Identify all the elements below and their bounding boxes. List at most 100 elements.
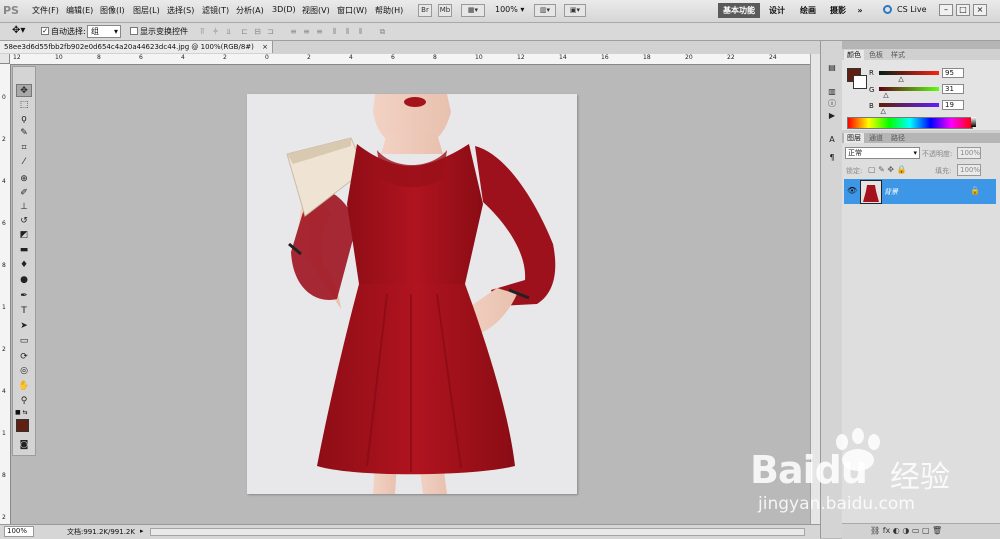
g-slider-thumb[interactable]: △ bbox=[883, 91, 888, 99]
minibridge-icon[interactable]: Mb bbox=[438, 4, 452, 17]
opacity-field[interactable]: 100% bbox=[957, 147, 981, 159]
zoom-tool-icon[interactable]: ⚲ bbox=[16, 395, 32, 408]
layers-footer-icons[interactable]: ⛓ fx ◐ ◑ ▭ ▢ 🗑 bbox=[870, 526, 942, 535]
bridge-icon[interactable]: Br bbox=[418, 4, 432, 17]
align-right-icon[interactable]: ⊐ bbox=[266, 27, 275, 36]
menu-help[interactable]: 帮助(H) bbox=[375, 5, 403, 16]
eraser-tool-icon[interactable]: ◩ bbox=[16, 229, 32, 242]
pen-tool-icon[interactable]: ✒ bbox=[16, 290, 32, 303]
arrange-docs-icon[interactable]: ▥▾ bbox=[534, 4, 556, 17]
document-close-icon[interactable]: × bbox=[262, 43, 268, 51]
minimize-button[interactable]: – bbox=[939, 4, 953, 16]
color-ramp[interactable] bbox=[847, 117, 973, 129]
marquee-tool-icon[interactable]: ⬚ bbox=[16, 99, 32, 112]
status-menu-icon[interactable]: ▸ bbox=[140, 527, 144, 535]
bg-swatch[interactable] bbox=[853, 75, 867, 89]
maximize-button[interactable]: □ bbox=[956, 4, 970, 16]
distribute-top-icon[interactable]: ≡ bbox=[289, 27, 298, 36]
bw-ramp[interactable] bbox=[971, 117, 976, 127]
menu-layer[interactable]: 图层(L) bbox=[133, 5, 160, 16]
navigator-panel-icon[interactable]: ▤ bbox=[825, 61, 839, 74]
screen-mode-icon[interactable]: ▣▾ bbox=[564, 4, 586, 17]
workspace-photography[interactable]: 摄影 bbox=[826, 3, 850, 18]
layer-row-background[interactable]: 👁 背景 🔒 bbox=[844, 179, 996, 204]
dodge-tool-icon[interactable]: ● bbox=[16, 274, 32, 287]
workspace-painting[interactable]: 绘画 bbox=[796, 3, 820, 18]
r-slider[interactable] bbox=[879, 71, 939, 75]
menu-window[interactable]: 窗口(W) bbox=[337, 5, 367, 16]
3d-orbit-tool-icon[interactable]: ◎ bbox=[16, 365, 32, 378]
eyedropper-tool-icon[interactable]: ⁄ bbox=[16, 156, 32, 169]
menu-select[interactable]: 选择(S) bbox=[167, 5, 194, 16]
status-zoom-field[interactable]: 100% bbox=[4, 526, 34, 537]
crop-tool-icon[interactable]: ⌗ bbox=[16, 142, 32, 155]
tab-color[interactable]: 颜色 bbox=[844, 50, 864, 60]
b-slider[interactable] bbox=[879, 103, 939, 107]
align-top-icon[interactable]: ⫪ bbox=[198, 27, 207, 36]
foreground-color-swatch[interactable] bbox=[16, 419, 29, 432]
hand-tool-icon[interactable]: ✋ bbox=[16, 380, 32, 393]
align-bottom-icon[interactable]: ⫫ bbox=[224, 27, 233, 36]
workspace-essentials[interactable]: 基本功能 bbox=[718, 3, 760, 18]
distribute-vcenter-icon[interactable]: ≡ bbox=[302, 27, 311, 36]
distribute-bottom-icon[interactable]: ≡ bbox=[315, 27, 324, 36]
menu-image[interactable]: 图像(I) bbox=[100, 5, 125, 16]
align-left-icon[interactable]: ⊏ bbox=[240, 27, 249, 36]
menu-file[interactable]: 文件(F) bbox=[32, 5, 59, 16]
blur-tool-icon[interactable]: ♦ bbox=[16, 259, 32, 272]
history-brush-tool-icon[interactable]: ↺ bbox=[16, 215, 32, 228]
auto-select-checkbox[interactable]: ✓ bbox=[41, 27, 49, 35]
layer-name[interactable]: 背景 bbox=[884, 187, 898, 197]
distribute-left-icon[interactable]: ⦀ bbox=[330, 27, 339, 36]
cslive-button[interactable]: CS Live bbox=[897, 5, 927, 14]
distribute-right-icon[interactable]: ⦀ bbox=[356, 27, 365, 36]
menu-view[interactable]: 视图(V) bbox=[302, 5, 330, 16]
menu-3d[interactable]: 3D(D) bbox=[272, 5, 296, 14]
move-tool-preset-icon[interactable]: ✥▾ bbox=[12, 25, 25, 36]
auto-align-icon[interactable]: ⧉ bbox=[378, 27, 387, 36]
show-transform-checkbox[interactable] bbox=[130, 27, 138, 35]
3d-rotate-tool-icon[interactable]: ⟳ bbox=[16, 351, 32, 364]
workspace-more[interactable]: » bbox=[855, 3, 865, 18]
distribute-hcenter-icon[interactable]: ⦀ bbox=[343, 27, 352, 36]
healing-brush-tool-icon[interactable]: ⊕ bbox=[16, 173, 32, 186]
r-value-field[interactable]: 95 bbox=[942, 68, 964, 78]
g-value-field[interactable]: 31 bbox=[942, 84, 964, 94]
b-slider-thumb[interactable]: △ bbox=[880, 107, 885, 115]
horizontal-scrollbar[interactable] bbox=[150, 528, 805, 536]
document-canvas[interactable] bbox=[247, 94, 577, 494]
document-tab[interactable]: 58ee3d6d55fbb2fb902e0d654c4a20a44623dc44… bbox=[0, 41, 820, 55]
workspace-design[interactable]: 设计 bbox=[764, 3, 790, 18]
blend-mode-dropdown[interactable]: 正常 ▾ bbox=[845, 147, 920, 159]
ruler-origin[interactable] bbox=[0, 54, 10, 64]
type-tool-icon[interactable]: T bbox=[16, 305, 32, 318]
quick-select-tool-icon[interactable]: ✎ bbox=[16, 127, 32, 140]
document-title[interactable]: 58ee3d6d55fbb2fb902e0d654c4a20a44623dc44… bbox=[0, 41, 273, 53]
tab-styles[interactable]: 样式 bbox=[888, 50, 908, 60]
zoom-level[interactable]: 100% ▾ bbox=[495, 5, 525, 14]
shape-tool-icon[interactable]: ▭ bbox=[16, 335, 32, 348]
align-hcenter-icon[interactable]: ⊟ bbox=[253, 27, 262, 36]
tab-paths[interactable]: 路径 bbox=[888, 133, 908, 143]
path-select-tool-icon[interactable]: ➤ bbox=[16, 320, 32, 333]
quick-mask-icon[interactable]: ◙ bbox=[16, 439, 32, 452]
align-vcenter-icon[interactable]: ⫩ bbox=[211, 27, 220, 36]
r-slider-thumb[interactable]: △ bbox=[898, 75, 903, 83]
tab-swatches[interactable]: 色板 bbox=[866, 50, 886, 60]
lasso-tool-icon[interactable]: ϙ bbox=[16, 113, 32, 126]
clone-stamp-tool-icon[interactable]: ⊥ bbox=[16, 201, 32, 214]
brush-tool-icon[interactable]: ✐ bbox=[16, 187, 32, 200]
default-colors-icon[interactable]: ■ ⇆ bbox=[15, 409, 28, 416]
view-extras-icon[interactable]: ▦▾ bbox=[461, 4, 485, 17]
paragraph-panel-icon[interactable]: ¶ bbox=[825, 151, 839, 164]
gradient-tool-icon[interactable]: ▬ bbox=[16, 244, 32, 257]
actions-panel-icon[interactable]: ▶ bbox=[825, 109, 839, 122]
tab-layers[interactable]: 图层 bbox=[844, 133, 864, 143]
b-value-field[interactable]: 19 bbox=[942, 100, 964, 110]
character-panel-icon[interactable]: A bbox=[825, 133, 839, 146]
move-tool-icon[interactable]: ✥ bbox=[16, 84, 32, 97]
tab-channels[interactable]: 通道 bbox=[866, 133, 886, 143]
layer-visibility-eye-icon[interactable]: 👁 bbox=[847, 186, 857, 195]
lock-icons[interactable]: ▢ ✎ ✥ 🔒 bbox=[868, 165, 907, 174]
close-button[interactable]: × bbox=[973, 4, 987, 16]
